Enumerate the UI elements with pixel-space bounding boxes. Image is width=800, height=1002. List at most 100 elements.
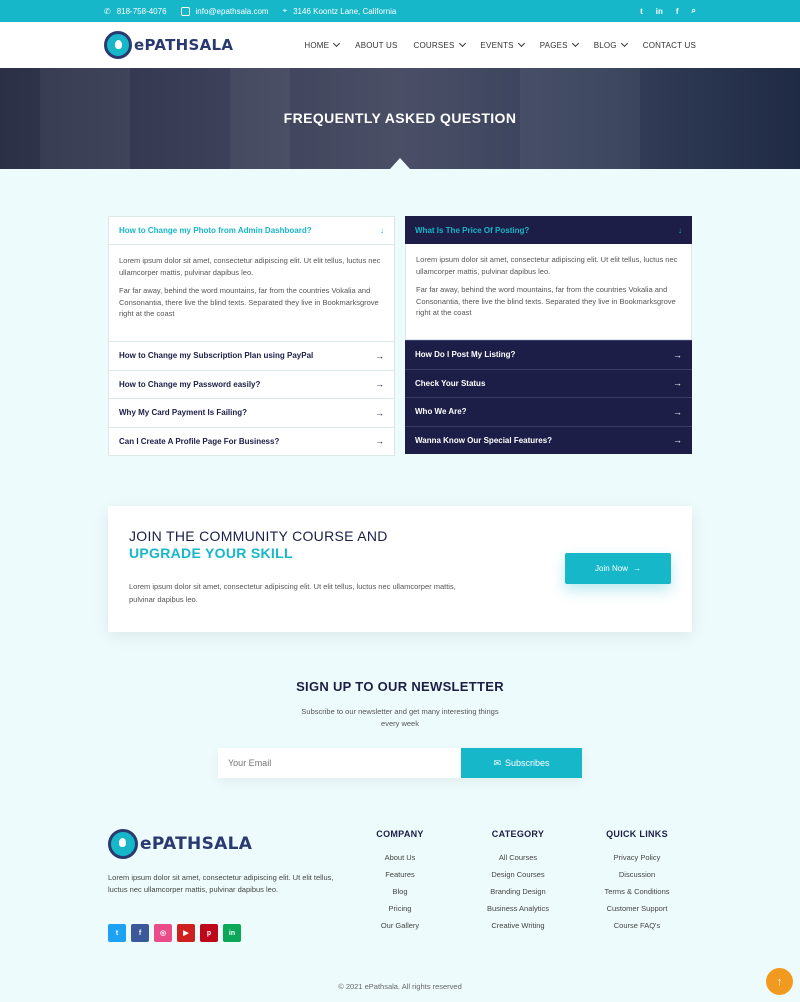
pinterest-icon[interactable]: p <box>200 924 218 942</box>
faq-question[interactable]: Why My Card Payment Is Failing? → <box>109 398 394 427</box>
email-field[interactable] <box>218 748 461 778</box>
nav-pages-label: PAGES <box>539 40 568 50</box>
footer-link[interactable]: Pricing <box>360 900 440 917</box>
search-icon[interactable]: ⌕ <box>692 6 696 16</box>
faq-question-label: Can I Create A Profile Page For Business… <box>119 436 280 446</box>
site-logo[interactable]: ePATHSALA <box>104 31 233 59</box>
footer-link[interactable]: All Courses <box>472 849 564 866</box>
faq-question-open[interactable]: How to Change my Photo from Admin Dashbo… <box>109 217 394 245</box>
faq-question[interactable]: Can I Create A Profile Page For Business… <box>109 426 394 456</box>
facebook-icon[interactable]: f <box>131 924 149 942</box>
faq-column-left: How to Change my Photo from Admin Dashbo… <box>108 216 395 456</box>
footer-link[interactable]: Blog <box>360 883 440 900</box>
faq-question[interactable]: How Do I Post My Listing? → <box>405 340 692 369</box>
footer-link[interactable]: Features <box>360 866 440 883</box>
faq-question-label: Check Your Status <box>415 378 486 388</box>
footer-link[interactable]: Branding Design <box>472 883 564 900</box>
twitter-icon[interactable]: t <box>640 7 643 16</box>
dribbble-icon[interactable]: ◎ <box>154 924 172 942</box>
nav-home[interactable]: HOME <box>304 39 341 50</box>
faq-question[interactable]: Check Your Status → <box>405 368 692 398</box>
faq-answer: Lorem ipsum dolor sit amet, consectetur … <box>109 245 394 341</box>
footer-link[interactable]: Terms & Conditions <box>587 883 687 900</box>
nav-courses[interactable]: COURSES <box>413 39 466 50</box>
address-item: ⌖ 3146 Koontz Lane, California <box>283 6 397 16</box>
faq-question-label: Wanna Know Our Special Features? <box>415 435 553 445</box>
subscribe-label: Subscribes <box>505 758 550 768</box>
newsletter-subtitle: Subscribe to our newsletter and get many… <box>301 707 499 728</box>
linkedin-icon[interactable]: in <box>223 924 241 942</box>
arrow-right-icon: → <box>673 378 682 389</box>
footer-category: CATEGORY All Courses Design Courses Bran… <box>472 829 564 934</box>
footer-link[interactable]: Creative Writing <box>472 917 564 934</box>
arrow-down-icon: ↓ <box>678 225 682 235</box>
nav-contact[interactable]: CONTACT US <box>643 41 696 50</box>
facebook-icon[interactable]: f <box>676 7 679 16</box>
page-title: FREQUENTLY ASKED QUESTION <box>283 110 517 126</box>
arrow-right-icon: → <box>673 349 682 360</box>
phone-item[interactable]: ✆ 818-758-4076 <box>104 7 167 16</box>
footer-social: t f ◎ ▶ p in <box>108 924 241 942</box>
faq-question[interactable]: How to Change my Password easily? → <box>109 369 394 399</box>
top-bar: ✆ 818-758-4076 info@epathsala.com ⌖ 3146… <box>0 0 800 22</box>
top-social: t in f ⌕ <box>640 0 696 22</box>
arrow-right-icon: → <box>673 406 682 417</box>
logo-emblem-icon <box>104 31 132 59</box>
email-item[interactable]: info@epathsala.com <box>180 6 269 16</box>
faq-question[interactable]: Who We Are? → <box>405 397 692 426</box>
chevron-down-icon <box>333 39 341 48</box>
join-now-label: Join Now <box>595 564 628 573</box>
footer-col-title: COMPANY <box>376 829 424 839</box>
faq-question-open[interactable]: What Is The Price Of Posting? ↓ <box>405 216 692 244</box>
arrow-right-icon: → <box>375 436 384 447</box>
faq-question[interactable]: Wanna Know Our Special Features? → <box>405 425 692 455</box>
back-to-top-button[interactable]: ↑ <box>766 968 793 995</box>
page-hero: FREQUENTLY ASKED QUESTION <box>0 68 800 169</box>
join-now-button[interactable]: Join Now → <box>565 553 671 584</box>
community-title-line2: UPGRADE YOUR SKILL <box>129 545 293 561</box>
nav-home-label: HOME <box>304 40 330 50</box>
nav-about-label: ABOUT US <box>355 40 398 50</box>
nav-contact-label: CONTACT US <box>642 40 696 50</box>
faq-question-label: Who We Are? <box>415 407 467 417</box>
nav-blog[interactable]: BLOG <box>593 39 628 50</box>
faq-answer-text: Lorem ipsum dolor sit amet, consectetur … <box>119 256 381 277</box>
arrow-up-icon: ↑ <box>776 975 783 988</box>
phone-text: 818-758-4076 <box>116 6 167 16</box>
main-nav: ePATHSALA HOME ABOUT US COURSES EVENTS P… <box>0 22 800 68</box>
address-text: 3146 Koontz Lane, California <box>293 6 397 16</box>
chevron-down-icon <box>517 39 525 48</box>
footer-logo[interactable]: ePATHSALA <box>108 829 252 859</box>
footer-link[interactable]: Business Analytics <box>472 900 564 917</box>
subscribe-button[interactable]: ✉ Subscribes <box>461 748 582 778</box>
footer-link[interactable]: Design Courses <box>472 866 564 883</box>
nav-blog-label: BLOG <box>593 40 617 50</box>
chevron-down-icon <box>458 39 466 48</box>
community-title: JOIN THE COMMUNITY COURSE AND UPGRADE YO… <box>129 528 388 562</box>
nav-courses-label: COURSES <box>413 40 455 50</box>
arrow-right-icon: → <box>375 350 384 361</box>
footer-link[interactable]: Privacy Policy <box>587 849 687 866</box>
footer-link[interactable]: Our Gallery <box>360 917 440 934</box>
community-title-line1: JOIN THE COMMUNITY COURSE AND <box>129 528 388 544</box>
footer-link[interactable]: Customer Support <box>587 900 687 917</box>
arrow-right-icon: → <box>375 407 384 418</box>
map-pin-icon: ⌖ <box>282 6 288 15</box>
footer-col-title: QUICK LINKS <box>606 829 668 839</box>
footer-link[interactable]: About Us <box>360 849 440 866</box>
faq-answer-text: Far far away, behind the word mountains,… <box>416 285 676 317</box>
linkedin-icon[interactable]: in <box>656 7 663 16</box>
email-text: info@epathsala.com <box>195 6 269 16</box>
nav-events-label: EVENTS <box>480 40 514 50</box>
footer-link[interactable]: Course FAQ's <box>587 917 687 934</box>
footer-col-title: CATEGORY <box>491 829 545 839</box>
faq-answer: Lorem ipsum dolor sit amet, consectetur … <box>405 244 692 340</box>
faq-question[interactable]: How to Change my Subscription Plan using… <box>109 341 394 370</box>
footer-link[interactable]: Discussion <box>587 866 687 883</box>
faq-question-label: How to Change my Photo from Admin Dashbo… <box>119 226 312 235</box>
nav-about[interactable]: ABOUT US <box>355 41 397 50</box>
twitter-icon[interactable]: t <box>108 924 126 942</box>
youtube-icon[interactable]: ▶ <box>177 924 195 942</box>
nav-pages[interactable]: PAGES <box>539 39 579 50</box>
nav-events[interactable]: EVENTS <box>480 39 525 50</box>
